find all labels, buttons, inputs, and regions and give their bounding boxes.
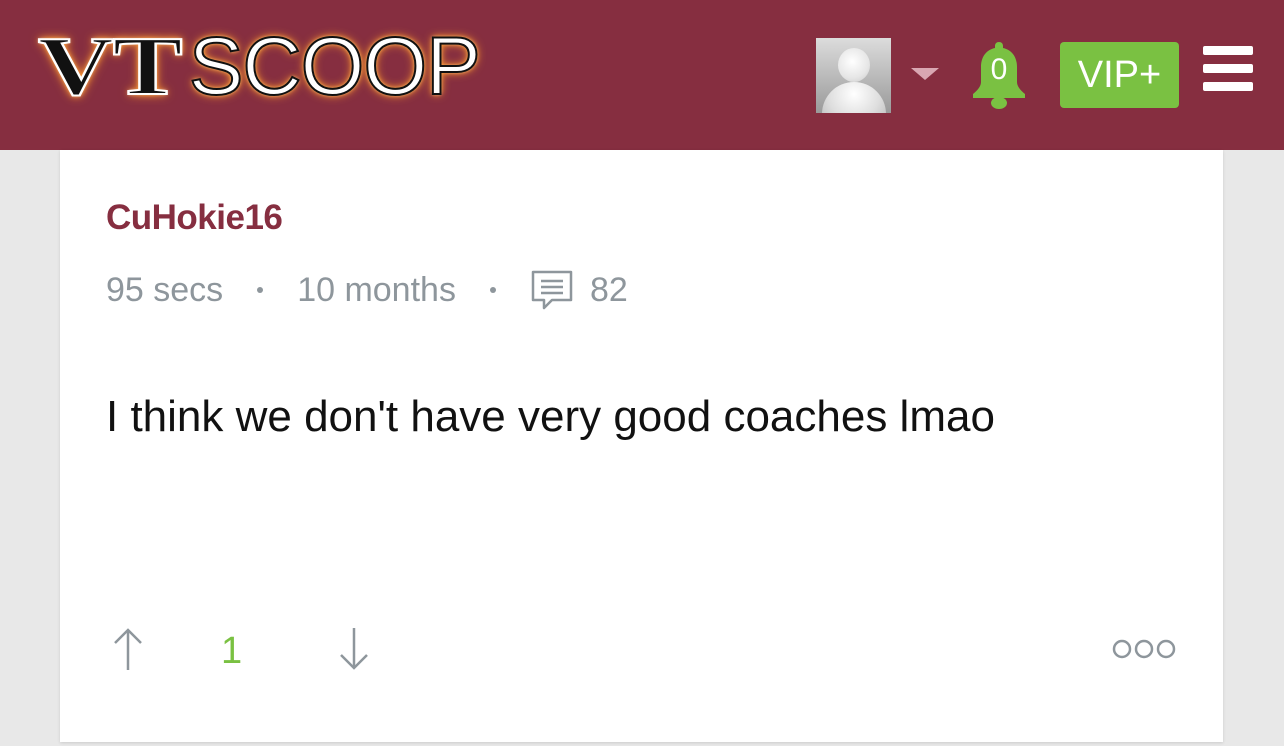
vote-count: 1 <box>221 630 243 672</box>
vtscoop-logo[interactable]: VT SCOOP <box>37 19 482 114</box>
post-body: I think we don't have very good coaches … <box>106 392 995 441</box>
top-bar: VT SCOOP 0 VIP+ <box>0 0 1284 150</box>
menu-bar <box>1203 64 1253 73</box>
more-options-icon[interactable] <box>1112 638 1176 660</box>
downvote-arrow-icon[interactable] <box>338 626 370 672</box>
avatar-head <box>838 48 870 82</box>
comment-count[interactable]: 82 <box>590 271 628 310</box>
separator-dot <box>257 287 264 293</box>
menu-bar <box>1203 46 1253 55</box>
post-card: CuHokie16 95 secs 10 months 82 I think w… <box>60 150 1223 742</box>
logo-vt-text: VT <box>37 19 184 114</box>
vip-button[interactable]: VIP+ <box>1060 42 1179 108</box>
post-username[interactable]: CuHokie16 <box>106 198 283 238</box>
post-age: 10 months <box>297 270 456 309</box>
comment-icon[interactable] <box>530 269 574 311</box>
notification-count: 0 <box>990 53 1008 86</box>
post-duration: 95 secs <box>106 270 224 309</box>
avatar[interactable] <box>816 38 891 113</box>
notifications-button[interactable]: 0 <box>966 38 1032 110</box>
upvote-arrow-icon[interactable] <box>112 626 144 672</box>
avatar-shoulders <box>822 82 886 113</box>
menu-bar <box>1203 82 1253 91</box>
chevron-down-icon[interactable] <box>911 68 939 80</box>
separator-dot <box>489 287 496 293</box>
logo-scoop-text: SCOOP <box>188 20 482 113</box>
post-meta: 95 secs 10 months 82 <box>106 268 628 312</box>
hamburger-menu-icon[interactable] <box>1203 46 1253 92</box>
